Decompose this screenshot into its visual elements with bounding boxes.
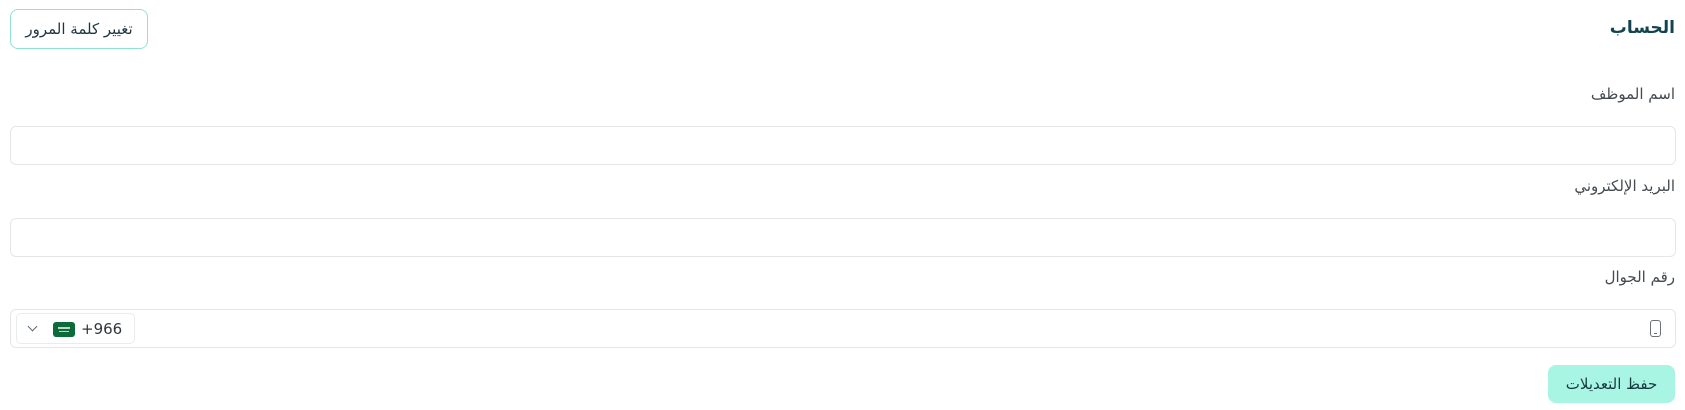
email-label: البريد الإلكتروني (1574, 177, 1675, 195)
account-settings-page: الحساب تغيير كلمة المرور اسم الموظف البر… (0, 0, 1685, 410)
employee-name-input[interactable] (10, 126, 1676, 165)
country-code-select[interactable]: +966 (16, 313, 135, 344)
chevron-down-icon (27, 321, 38, 332)
dial-code: +966 (81, 320, 123, 338)
saudi-arabia-flag-icon (53, 322, 75, 337)
save-changes-button[interactable]: حفظ التعديلات (1548, 365, 1675, 403)
section-title: الحساب (1609, 18, 1675, 38)
mobile-label: رقم الجوال (1604, 268, 1675, 286)
mobile-phone-icon (1650, 320, 1661, 337)
mobile-input[interactable]: +966 (10, 309, 1676, 348)
employee-name-label: اسم الموظف (1590, 85, 1675, 103)
change-password-button[interactable]: تغيير كلمة المرور (10, 9, 148, 49)
email-input[interactable] (10, 218, 1676, 257)
